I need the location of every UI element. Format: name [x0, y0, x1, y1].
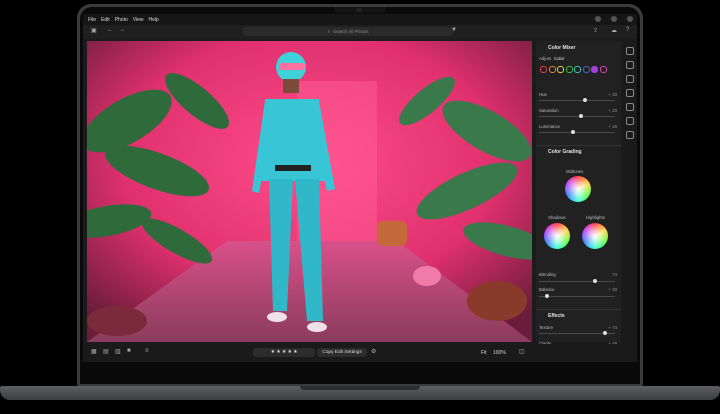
zoom-level[interactable]: 100% — [493, 350, 506, 356]
single-view-icon[interactable]: ■ — [127, 348, 131, 354]
balance-slider[interactable] — [539, 294, 615, 298]
fit-label[interactable]: Fit — [481, 350, 487, 356]
color-grading-title[interactable]: Color Grading — [548, 149, 582, 155]
search-icon: ⌕ — [327, 29, 330, 34]
menu-help[interactable]: Help — [149, 17, 159, 23]
grid-view-icon[interactable]: ▦ — [91, 348, 97, 355]
color-swatch[interactable] — [565, 66, 573, 73]
masking-icon[interactable] — [626, 89, 634, 97]
balance-value: + 33 — [608, 287, 617, 292]
shadows-wheel[interactable] — [544, 223, 570, 249]
minimize-icon[interactable] — [595, 16, 601, 22]
lightroom-window: File Edit Photo View Help ▣ ← → ⌕ Search… — [83, 14, 637, 362]
forward-arrow-icon[interactable]: → — [119, 27, 125, 33]
slider-value: + 74 — [608, 325, 617, 330]
maximize-icon[interactable] — [611, 16, 617, 22]
edit-panel: Color Mixer Adjust Color Hue + 33 Saturati… — [536, 41, 621, 362]
slider-value: + 33 — [608, 92, 617, 97]
slider-track[interactable] — [539, 331, 615, 335]
slider-track[interactable] — [539, 114, 615, 118]
close-icon[interactable] — [627, 16, 633, 22]
divider — [536, 309, 621, 310]
slider-label: Saturation — [539, 108, 559, 113]
blending-label: Blending — [539, 272, 556, 277]
blending-slider[interactable] — [539, 279, 615, 283]
search-placeholder: Search All Photos — [333, 29, 369, 34]
rating-text: ★ ★ ★ ★ ★ — [270, 350, 298, 355]
color-swatch[interactable] — [591, 66, 598, 73]
compare-icon[interactable]: ◫ — [519, 348, 525, 355]
slider-track[interactable] — [539, 130, 615, 134]
slider-knob[interactable] — [578, 114, 583, 118]
color-swatch[interactable] — [557, 66, 564, 73]
balance-slider-knob[interactable] — [544, 294, 549, 298]
history-icon[interactable] — [626, 117, 634, 125]
rating-stars[interactable]: ★ ★ ★ ★ ★ — [253, 348, 315, 357]
effects-title[interactable]: Effects — [548, 313, 565, 319]
slider-value: + 16 — [608, 124, 617, 129]
sidebar-toggle-icon[interactable]: ▣ — [91, 27, 97, 34]
detail-view-icon[interactable]: ▥ — [115, 348, 121, 355]
menu-file[interactable]: File — [88, 17, 96, 23]
crop-icon[interactable] — [626, 61, 634, 69]
adjust-select[interactable]: Color — [554, 56, 564, 61]
slider-track[interactable] — [539, 98, 615, 102]
webcam-icon — [356, 8, 362, 12]
color-mixer-title[interactable]: Color Mixer — [548, 45, 576, 51]
blending-slider-knob[interactable] — [593, 279, 598, 283]
menu-photo[interactable]: Photo — [115, 17, 128, 23]
menu-bar: File Edit Photo View Help — [83, 14, 637, 25]
shadows-label: Shadows — [548, 215, 566, 220]
copy-edit-settings-button[interactable]: Copy Edit Settings — [317, 348, 367, 357]
hinge-groove — [300, 386, 420, 390]
photo-image — [87, 41, 532, 342]
settings-gear-icon[interactable]: ⚙ — [371, 348, 376, 355]
midtones-label: Midtones — [566, 169, 584, 174]
sort-icon[interactable]: ≡ — [145, 348, 149, 354]
back-arrow-icon[interactable]: ← — [107, 27, 113, 33]
share-icon[interactable]: ⇪ — [593, 27, 598, 34]
adjust-label: Adjust — [539, 56, 551, 61]
square-grid-icon[interactable]: ▤ — [103, 348, 109, 355]
copy-edit-settings-label: Copy Edit Settings — [322, 350, 362, 355]
filter-icon[interactable]: ▼ — [451, 27, 457, 33]
menu-edit[interactable]: Edit — [101, 17, 110, 23]
help-icon[interactable]: ? — [626, 27, 629, 33]
menu-view[interactable]: View — [133, 17, 144, 23]
tool-rail — [623, 41, 637, 362]
color-swatch[interactable] — [540, 66, 547, 73]
heal-icon[interactable] — [626, 75, 634, 83]
color-swatch[interactable] — [548, 66, 556, 73]
color-swatch[interactable] — [574, 66, 581, 73]
slider-value: + 23 — [608, 108, 617, 113]
slider-label: Luminance — [539, 124, 561, 129]
more-icon[interactable] — [626, 131, 634, 139]
slider-label: Texture — [539, 325, 554, 330]
color-swatch[interactable] — [599, 66, 607, 73]
slider-knob[interactable] — [571, 130, 576, 134]
red-eye-icon[interactable] — [626, 103, 634, 111]
photo-canvas[interactable] — [87, 41, 532, 342]
bottom-bar: ▦ ▤ ▥ ■ ≡ ★ ★ ★ ★ ★ Copy Edit Settings ⚙… — [83, 344, 637, 362]
slider-knob[interactable] — [603, 331, 608, 335]
slider-knob[interactable] — [582, 98, 587, 102]
blending-value: 74 — [612, 272, 617, 277]
edit-icon[interactable] — [626, 47, 634, 55]
midtones-wheel[interactable] — [565, 176, 591, 202]
highlights-label: Highlights — [586, 215, 605, 220]
slider-label: Hue — [539, 92, 547, 97]
highlights-wheel[interactable] — [582, 223, 608, 249]
color-swatch[interactable] — [582, 66, 590, 73]
divider — [536, 145, 621, 146]
cloud-icon[interactable]: ☁ — [611, 27, 617, 34]
search-input[interactable]: ⌕ Search All Photos — [243, 27, 453, 36]
balance-label: Balance — [539, 287, 555, 292]
